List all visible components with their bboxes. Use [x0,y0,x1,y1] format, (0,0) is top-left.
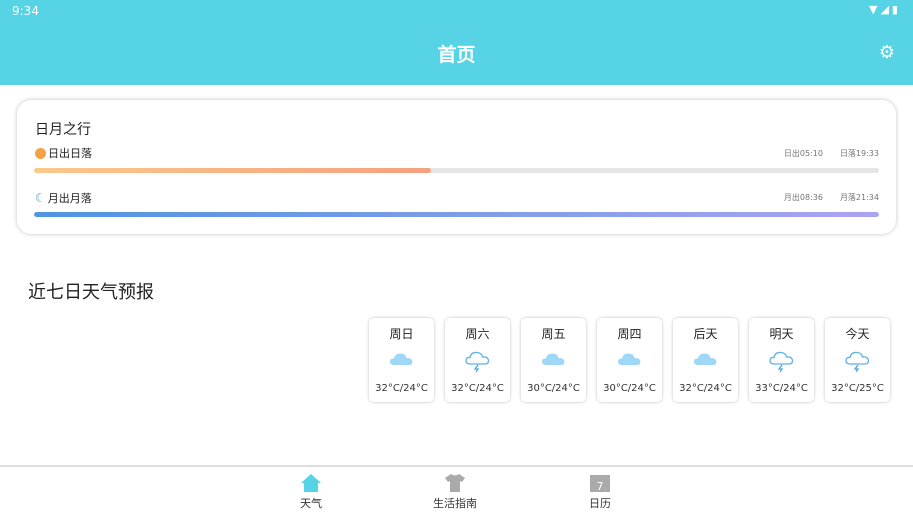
gear-icon[interactable]: ⚙ [879,42,895,63]
nav-label: 生活指南 [433,497,477,510]
forecast-day[interactable]: 后天 32°C/24°C [673,318,738,402]
calendar-icon: 7 [589,473,611,493]
sun-row-label: 日出日落 [35,145,92,161]
cloud-icon [389,348,414,372]
day-temperature: 32°C/25°C [825,383,890,394]
day-name: 周五 [521,325,586,342]
cloud-icon [541,348,566,372]
nav-item-calendar[interactable]: 7 日历 [555,473,645,511]
moon-icon: ☾ [35,191,46,205]
forecast-day[interactable]: 明天 33°C/24°C [749,318,814,402]
day-name: 周日 [369,325,434,342]
forecast-list: 周日 32°C/24°C周六 32°C/24°C周五 30°C/24°C周四 3… [369,318,890,402]
moon-times: 月出08:36 月落21:34 [784,192,879,203]
sun-label: 日出日落 [48,145,92,161]
sun-times: 日出05:10 日落19:33 [784,148,879,159]
day-name: 明天 [749,325,814,342]
day-name: 周四 [597,325,662,342]
forecast-day[interactable]: 周日 32°C/24°C [369,318,434,402]
forecast-day[interactable]: 周四 30°C/24°C [597,318,662,402]
sun-moon-card: 日月之行 日出日落 日出05:10 日落19:33 ☾ 月出月落 月出08:36… [17,100,896,234]
status-time: 9:34 [12,4,39,18]
day-temperature: 33°C/24°C [749,383,814,394]
day-temperature: 30°C/24°C [521,383,586,394]
cloud-icon [617,348,642,372]
nav-label: 日历 [589,497,611,510]
forecast-day[interactable]: 周六 32°C/24°C [445,318,510,402]
app-header: 9:34 ▼◢▮ 首页 ⚙ [0,0,913,85]
moon-row-label: ☾ 月出月落 [35,190,92,206]
svg-text:7: 7 [597,480,604,493]
nav-item-weather[interactable]: 天气 [266,473,356,511]
moonrise-time: 月出08:36 [784,192,823,203]
day-temperature: 32°C/24°C [445,383,510,394]
cloud-icon [693,348,718,372]
sun-progress-fill [34,168,431,173]
moon-label: 月出月落 [48,190,92,206]
bottom-nav: 天气 生活指南 7 日历 [0,465,913,513]
home-icon [300,473,322,493]
thunderstorm-icon [465,348,490,372]
card-title: 日月之行 [35,119,91,139]
thunderstorm-icon [845,348,870,372]
moon-progress-bar [34,212,879,217]
day-temperature: 32°C/24°C [369,383,434,394]
shirt-icon [444,473,466,493]
sun-progress-bar [34,168,879,173]
day-name: 后天 [673,325,738,342]
thunderstorm-icon [769,348,794,372]
moonset-time: 月落21:34 [840,192,879,203]
forecast-title: 近七日天气预报 [28,278,154,304]
day-name: 今天 [825,325,890,342]
moon-progress-fill [34,212,879,217]
day-temperature: 32°C/24°C [673,383,738,394]
nav-item-life-guide[interactable]: 生活指南 [410,473,500,511]
forecast-day[interactable]: 今天 32°C/25°C [825,318,890,402]
day-temperature: 30°C/24°C [597,383,662,394]
status-icons: ▼◢▮ [869,3,901,16]
day-name: 周六 [445,325,510,342]
nav-label: 天气 [300,497,322,510]
sunrise-time: 日出05:10 [784,148,823,159]
page-title: 首页 [0,40,913,67]
sun-icon [35,148,46,159]
forecast-day[interactable]: 周五 30°C/24°C [521,318,586,402]
sunset-time: 日落19:33 [840,148,879,159]
